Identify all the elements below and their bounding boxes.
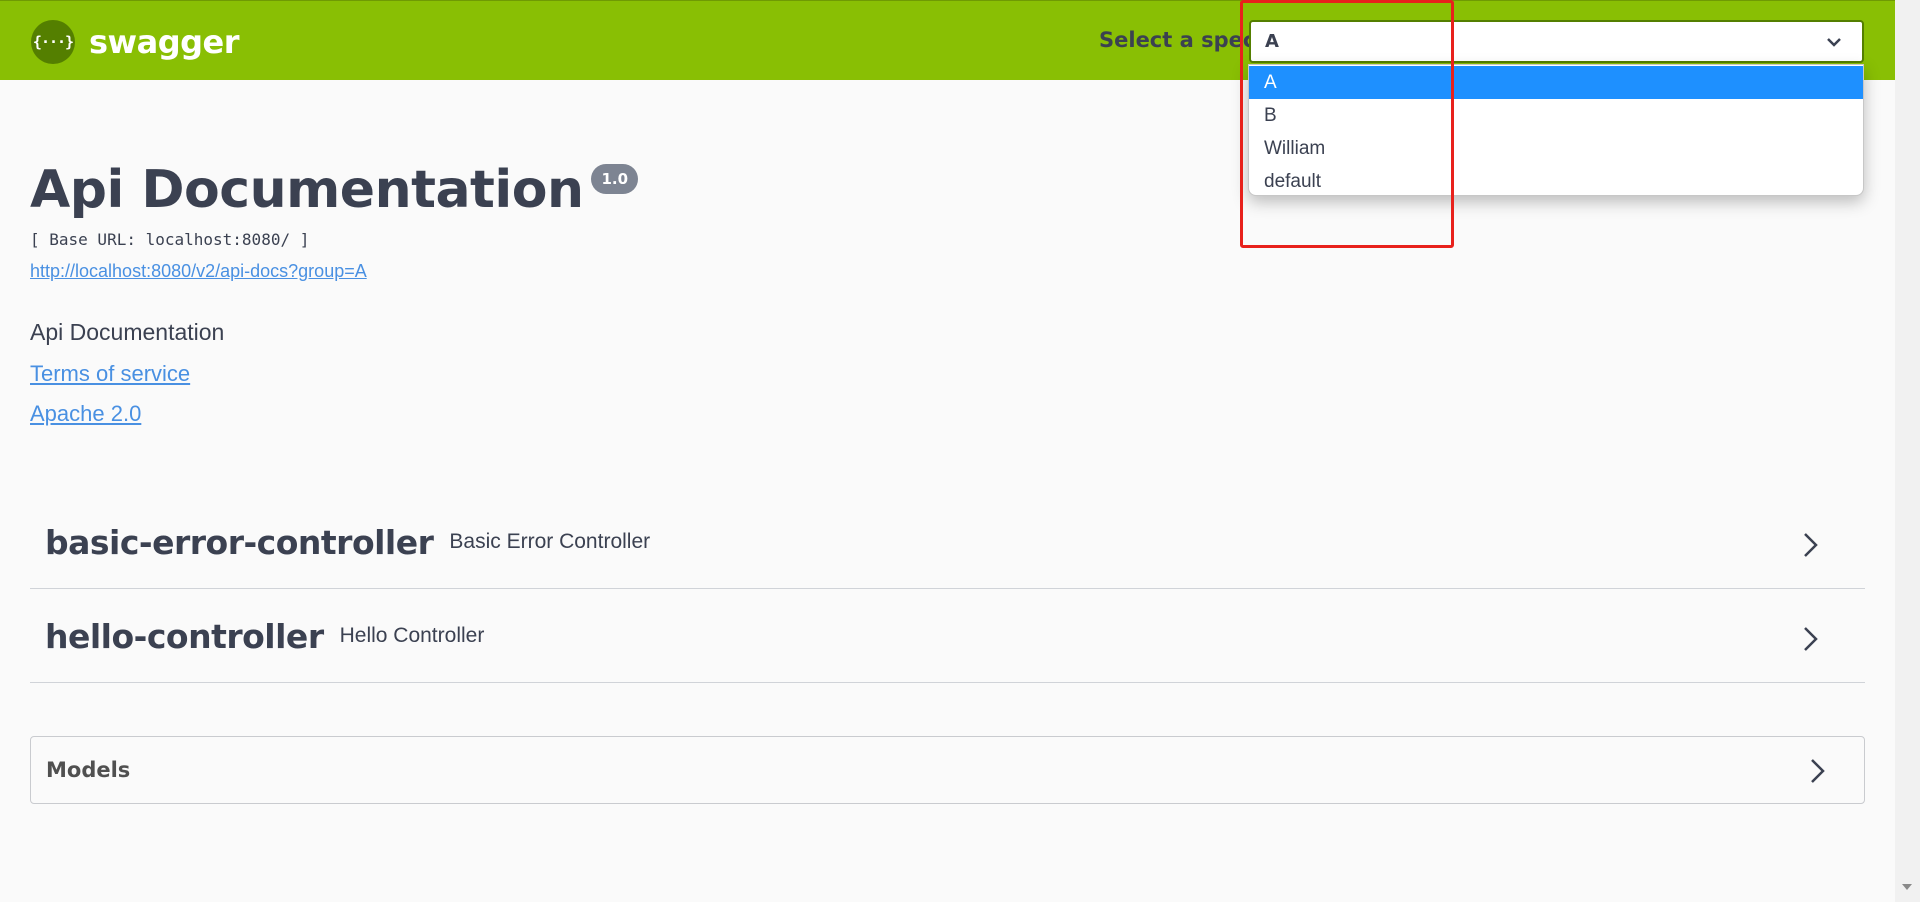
terms-of-service-link[interactable]: Terms of service (30, 361, 190, 387)
version-badge: 1.0 (591, 164, 639, 194)
api-description: Api Documentation (30, 319, 225, 345)
tag-name: basic-error-controller (45, 522, 434, 562)
tag-name: hello-controller (45, 616, 324, 656)
highlight-annotation-box (1240, 0, 1454, 248)
api-docs-link[interactable]: http://localhost:8080/v2/api-docs?group=… (30, 261, 367, 282)
chevron-right-icon (1804, 533, 1818, 557)
chevron-right-icon (1804, 627, 1818, 651)
title-row: Api Documentation 1.0 (30, 160, 639, 220)
spec-select-label: Select a spec (1099, 28, 1256, 52)
license-link[interactable]: Apache 2.0 (30, 401, 141, 427)
tag-basic-error-controller[interactable]: basic-error-controller Basic Error Contr… (30, 496, 1865, 589)
swagger-logo-text: swagger (89, 23, 240, 61)
page-title: Api Documentation (30, 160, 584, 220)
swagger-logo[interactable]: {···} swagger (31, 20, 240, 64)
chevron-right-icon (1811, 759, 1825, 783)
models-section[interactable]: Models (30, 736, 1865, 804)
swagger-logo-icon: {···} (31, 20, 75, 64)
tag-hello-controller[interactable]: hello-controller Hello Controller (30, 590, 1865, 683)
chevron-down-icon (1827, 38, 1841, 47)
tag-description: Basic Error Controller (449, 530, 651, 553)
scroll-down-arrow-icon[interactable] (1898, 878, 1916, 896)
vertical-scrollbar[interactable] (1895, 0, 1920, 902)
base-url: [ Base URL: localhost:8080/ ] (30, 230, 310, 249)
tag-description: Hello Controller (339, 624, 485, 647)
models-label: Models (46, 758, 131, 782)
